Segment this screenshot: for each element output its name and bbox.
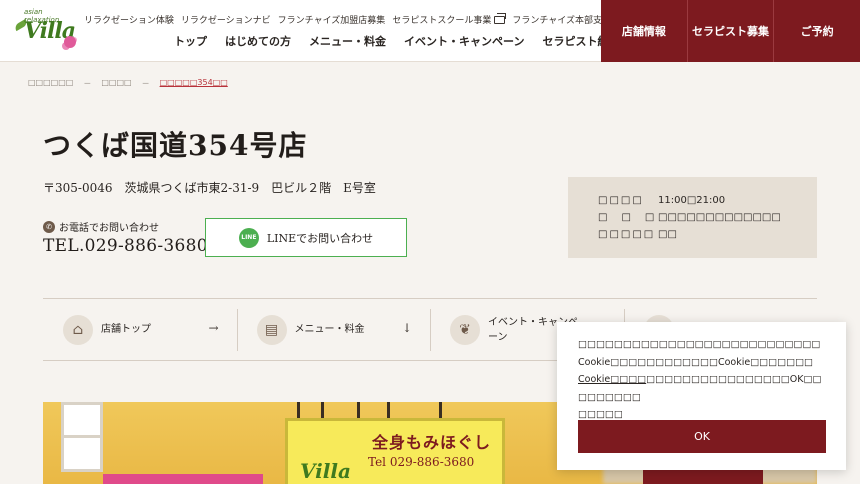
store-icon: ⌂ — [63, 314, 93, 345]
line-inquiry-button[interactable]: LINE LINEでお問い合わせ — [205, 218, 407, 257]
top-link-label: セラピストスクール事業 — [392, 16, 492, 26]
hours-key: □ □ □ — [598, 212, 657, 223]
tab-label: 店舗トップ — [101, 324, 151, 335]
tab-menu-price[interactable]: ▤ メニュー・料金 ↓ — [236, 299, 431, 360]
cookie-text-line: □□□□□□□□□□□□□□□□□□□□□□□□□□□ — [578, 339, 821, 350]
cookie-consent-dialog: □□□□□□□□□□□□□□□□□□□□□□□□□□□ Cookie□□□□□□… — [557, 322, 846, 470]
hours-value: □□□□□□□□□□□□□ — [658, 212, 781, 223]
sign-tel-text: Tel 029-886-3680 — [368, 455, 475, 469]
breadcrumb-item[interactable]: □□□□□□ — [28, 78, 73, 89]
breadcrumb-current[interactable]: □□□□□354□□ — [160, 78, 228, 89]
store-info-button[interactable]: 店舗情報 — [601, 0, 688, 62]
page-title: つくば国道354号店 — [43, 129, 308, 162]
tel-label: ✆ お電話でお問い合わせ — [43, 219, 159, 234]
sign-villa-text: Villa — [300, 459, 351, 483]
arrow-down-icon: ↓ — [401, 321, 412, 335]
business-hours-box: □□□□ 11:00□21:00 □ □ □ □□□□□□□□□□□□□ □□□… — [568, 177, 817, 258]
nav-top[interactable]: トップ — [174, 33, 207, 49]
nav-first-time[interactable]: はじめての方 — [225, 33, 291, 49]
tel-label-text: お電話でお問い合わせ — [59, 223, 159, 234]
cookie-text: □□□□□□□□□□□□□□□□□□□□□□□□□□□ Cookie□□□□□□… — [578, 336, 826, 424]
hours-value: 11:00□21:00 — [658, 195, 726, 206]
line-icon: LINE — [238, 227, 259, 248]
hours-value: □□ — [658, 229, 677, 240]
pink-awning — [103, 474, 263, 484]
flower-icon — [64, 36, 76, 48]
top-link-label: リラクゼーションナビ — [180, 16, 271, 26]
cookie-policy-link[interactable]: Cookie□□□□ — [578, 374, 646, 385]
main-nav: トップ はじめての方 メニュー・料金 イベント・キャンペーン セラピスト紹介 — [174, 33, 619, 49]
site-header: asian relaxation Villa リラクゼーション体験 リラクゼーシ… — [0, 0, 860, 62]
header-action-bar: 店舗情報 セラピスト募集 ご予約 — [601, 0, 860, 62]
breadcrumb-separator: － — [83, 79, 92, 88]
store-signboard: 全身もみほぐし Tel 029-886-3680 Villa — [285, 418, 505, 484]
top-link-relax-experience[interactable]: リラクゼーション体験 — [84, 13, 174, 26]
nav-menu-price[interactable]: メニュー・料金 — [309, 33, 386, 49]
cookie-ok-button[interactable]: OK — [578, 420, 826, 453]
therapist-recruit-button[interactable]: セラピスト募集 — [688, 0, 775, 62]
cookie-text-line: □□□□□ — [578, 409, 623, 420]
top-link-label: フランチャイズ本部支援 — [512, 16, 611, 26]
tab-store-top[interactable]: ⌂ 店舗トップ → — [43, 299, 237, 360]
breadcrumb-separator: － — [141, 79, 150, 88]
window-shape — [61, 402, 103, 472]
breadcrumb-item[interactable]: □□□□ — [101, 78, 131, 89]
hours-row: □□□□□ □□ — [598, 226, 817, 243]
sign-main-text: 全身もみほぐし — [372, 433, 492, 452]
hours-row: □ □ □ □□□□□□□□□□□□□ — [598, 209, 817, 226]
top-link-relax-navi[interactable]: リラクゼーションナビ — [181, 13, 271, 26]
villa-logo[interactable]: asian relaxation Villa — [13, 8, 78, 54]
hours-key: □□□□□ — [598, 229, 656, 240]
breadcrumb: □□□□□□ － □□□□ － □□□□□354□□ — [28, 78, 228, 89]
phone-icon: ✆ — [43, 220, 55, 233]
arrow-right-icon: → — [208, 321, 219, 335]
tab-label: メニュー・料金 — [294, 324, 365, 335]
document-icon: ▤ — [256, 314, 287, 345]
hours-key: □□□□ — [598, 195, 644, 206]
tel-number[interactable]: TEL.029-886-3680 — [43, 236, 208, 256]
top-link-therapist-school[interactable]: セラピストスクール事業 — [392, 12, 507, 26]
cookie-text-line: Cookie□□□□□□□□□□□□Cookie□□□□□□□ — [578, 356, 814, 368]
top-links: リラクゼーション体験 リラクゼーションナビ フランチャイズ加盟店募集 セラピスト… — [84, 12, 626, 26]
reservation-button[interactable]: ご予約 — [774, 0, 860, 62]
nav-events[interactable]: イベント・キャンペーン — [404, 33, 524, 49]
top-link-label: リラクゼーション体験 — [84, 16, 174, 26]
hours-row: □□□□ 11:00□21:00 — [598, 192, 817, 209]
line-button-label: LINEでお問い合わせ — [266, 231, 374, 245]
leaf-icon: ❦ — [450, 314, 480, 345]
external-link-icon — [494, 12, 507, 24]
store-address: 〒305-0046 茨城県つくば市東2-31-9 巴ビル２階 E号室 — [43, 181, 376, 195]
top-link-franchise-recruit[interactable]: フランチャイズ加盟店募集 — [278, 13, 386, 26]
top-link-label: フランチャイズ加盟店募集 — [277, 16, 386, 26]
